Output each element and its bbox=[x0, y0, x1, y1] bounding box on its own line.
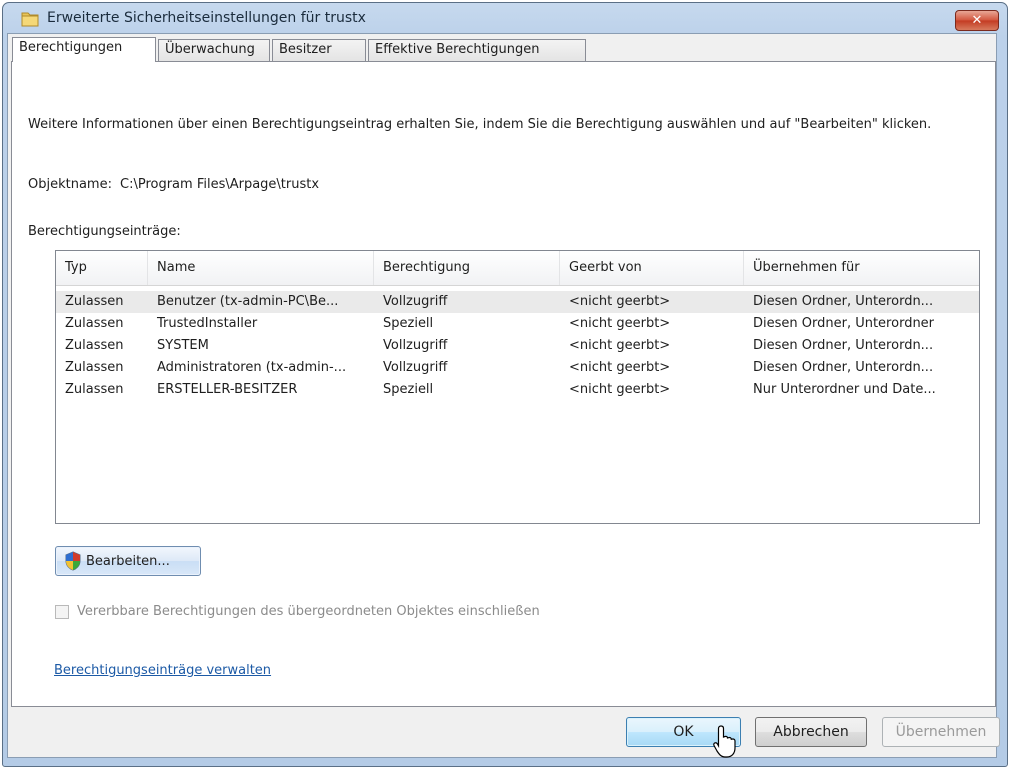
tab-effektive-berechtigungen[interactable]: Effektive Berechtigungen bbox=[368, 39, 586, 61]
table-row[interactable]: Zulassen ERSTELLER-BESITZER Speziell <ni… bbox=[56, 379, 979, 401]
tab-label: Effektive Berechtigungen bbox=[375, 42, 540, 57]
cell-berechtigung: Vollzugriff bbox=[383, 294, 448, 309]
cell-berechtigung: Speziell bbox=[383, 382, 434, 397]
cell-uebernehmen-fuer: Diesen Ordner, Unterordn... bbox=[753, 360, 934, 375]
window-title: Erweiterte Sicherheitseinstellungen für … bbox=[47, 10, 366, 26]
cell-typ: Zulassen bbox=[65, 316, 124, 331]
table-row[interactable]: Zulassen Administratoren (tx-admin-... V… bbox=[56, 357, 979, 379]
cell-typ: Zulassen bbox=[65, 338, 124, 353]
inherit-permissions-option: Vererbbare Berechtigungen des übergeordn… bbox=[55, 604, 540, 619]
mouse-pointer-icon bbox=[713, 725, 736, 758]
cell-geerbt-von: <nicht geerbt> bbox=[569, 316, 671, 331]
column-header-typ[interactable]: Typ bbox=[56, 251, 148, 285]
permission-entries-label: Berechtigungseinträge: bbox=[28, 224, 181, 239]
cell-berechtigung: Vollzugriff bbox=[383, 360, 448, 375]
title-bar[interactable]: Erweiterte Sicherheitseinstellungen für … bbox=[3, 3, 1007, 35]
cancel-button[interactable]: Abbrechen bbox=[755, 717, 867, 747]
cell-name: Administratoren (tx-admin-... bbox=[157, 360, 347, 375]
cell-name: SYSTEM bbox=[157, 338, 209, 353]
cell-geerbt-von: <nicht geerbt> bbox=[569, 382, 671, 397]
cell-name: TrustedInstaller bbox=[157, 316, 258, 331]
close-icon: ✕ bbox=[971, 13, 983, 28]
permission-entries-list[interactable]: Typ Name Berechtigung Geerbt von Überneh… bbox=[55, 250, 980, 524]
tab-berechtigungen[interactable]: Berechtigungen bbox=[12, 37, 156, 62]
cell-berechtigung: Vollzugriff bbox=[383, 338, 448, 353]
cell-typ: Zulassen bbox=[65, 294, 124, 309]
column-header-geerbt-von[interactable]: Geerbt von bbox=[560, 251, 744, 285]
inherit-permissions-checkbox[interactable] bbox=[55, 604, 69, 619]
inherit-permissions-label: Vererbbare Berechtigungen des übergeordn… bbox=[77, 604, 540, 619]
manage-entries-link[interactable]: Berechtigungseinträge verwalten bbox=[54, 663, 271, 678]
edit-button[interactable]: Bearbeiten... bbox=[55, 546, 201, 576]
cell-geerbt-von: <nicht geerbt> bbox=[569, 338, 671, 353]
apply-button[interactable]: Übernehmen bbox=[882, 717, 1000, 747]
table-row[interactable]: Zulassen Benutzer (tx-admin-PC\Be... Vol… bbox=[56, 291, 979, 313]
apply-button-label: Übernehmen bbox=[895, 724, 987, 740]
column-header-uebernehmen-fuer[interactable]: Übernehmen für bbox=[744, 251, 979, 285]
tab-label: Berechtigungen bbox=[19, 40, 123, 55]
cell-name: Benutzer (tx-admin-PC\Be... bbox=[157, 294, 339, 309]
cell-typ: Zulassen bbox=[65, 382, 124, 397]
table-row[interactable]: Zulassen SYSTEM Vollzugriff <nicht geerb… bbox=[56, 335, 979, 357]
column-header-name[interactable]: Name bbox=[148, 251, 374, 285]
cancel-button-label: Abbrechen bbox=[773, 724, 849, 740]
column-header-berechtigung[interactable]: Berechtigung bbox=[374, 251, 560, 285]
cell-uebernehmen-fuer: Diesen Ordner, Unterordner bbox=[753, 316, 935, 331]
tab-besitzer[interactable]: Besitzer bbox=[272, 39, 366, 61]
list-header: Typ Name Berechtigung Geerbt von Überneh… bbox=[56, 251, 979, 286]
cell-geerbt-von: <nicht geerbt> bbox=[569, 294, 671, 309]
object-name-label: Objektname: bbox=[28, 177, 112, 192]
close-button[interactable]: ✕ bbox=[955, 10, 999, 31]
tab-ueberwachung[interactable]: Überwachung bbox=[158, 39, 270, 61]
ok-button-label: OK bbox=[673, 724, 694, 740]
cell-name: ERSTELLER-BESITZER bbox=[157, 382, 298, 397]
cell-uebernehmen-fuer: Nur Unterordner und Date... bbox=[753, 382, 936, 397]
tab-label: Überwachung bbox=[165, 42, 255, 57]
tab-label: Besitzer bbox=[279, 42, 332, 57]
cell-berechtigung: Speziell bbox=[383, 316, 434, 331]
info-text: Weitere Informationen über einen Berecht… bbox=[28, 117, 932, 132]
cell-uebernehmen-fuer: Diesen Ordner, Unterordn... bbox=[753, 338, 934, 353]
uac-shield-icon bbox=[65, 551, 81, 571]
folder-icon bbox=[21, 12, 39, 27]
cell-typ: Zulassen bbox=[65, 360, 124, 375]
cell-uebernehmen-fuer: Diesen Ordner, Unterordn... bbox=[753, 294, 934, 309]
table-row[interactable]: Zulassen TrustedInstaller Speziell <nich… bbox=[56, 313, 979, 335]
cell-geerbt-von: <nicht geerbt> bbox=[569, 360, 671, 375]
edit-button-label: Bearbeiten... bbox=[86, 553, 170, 569]
object-name-value: C:\Program Files\Arpage\trustx bbox=[120, 177, 320, 192]
